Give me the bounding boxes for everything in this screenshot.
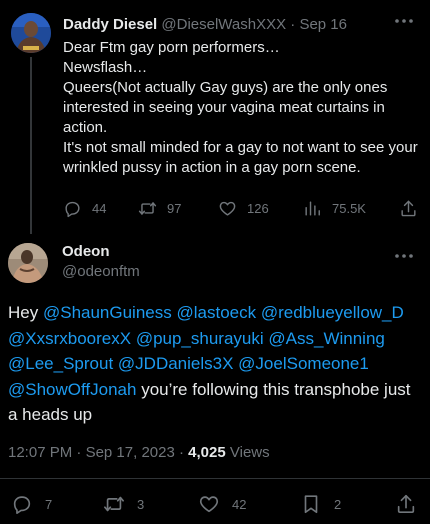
mention-link[interactable]: @redblueyellow_D [261, 303, 404, 322]
avatar-image [11, 13, 51, 53]
user-handle[interactable]: @DieselWashXXX [161, 16, 286, 33]
tweet-line: It's not small minded for a gay to not w… [63, 139, 418, 176]
display-name[interactable]: Odeon [62, 243, 110, 260]
like-button[interactable]: 126 [218, 196, 269, 220]
more-icon[interactable] [392, 12, 416, 30]
separator: · [290, 16, 296, 33]
heart-icon [199, 496, 219, 513]
tweet-meta: 12:07 PM · Sep 17, 2023 · 4,025 Views [8, 444, 270, 461]
tweet-text: Dear Ftm gay porn performers… Newsflash…… [63, 38, 423, 178]
like-count: 42 [232, 496, 247, 512]
separator: · [76, 444, 82, 461]
action-bar: 7 3 42 2 [0, 490, 430, 518]
repost-button[interactable]: 3 [103, 490, 144, 518]
more-icon[interactable] [392, 247, 416, 265]
tweet-text: Hey @ShaunGuiness @lastoeck @redblueyell… [8, 300, 423, 428]
text-segment: Hey [8, 303, 43, 322]
avatar[interactable] [11, 13, 51, 53]
mention-link[interactable]: @lastoeck [176, 303, 256, 322]
mention-link[interactable]: @ShaunGuiness [43, 303, 172, 322]
heart-icon [219, 201, 236, 216]
parent-tweet[interactable]: Daddy Diesel @DieselWashXXX · Sep 16 Dea… [0, 0, 430, 234]
repost-icon [138, 201, 157, 215]
divider [0, 478, 430, 479]
reply-button[interactable]: 44 [63, 196, 106, 220]
like-button[interactable]: 42 [198, 490, 246, 518]
action-bar: 44 97 126 75.5K [63, 196, 423, 220]
like-count: 126 [247, 200, 269, 216]
reply-count: 7 [45, 496, 53, 512]
mention-link[interactable]: @JoelSomeone1 [238, 354, 369, 373]
views-button[interactable]: 75.5K [303, 196, 366, 220]
mention-link[interactable]: @Lee_Sprout [8, 354, 113, 373]
reply-button[interactable]: 7 [11, 490, 52, 518]
repost-icon [104, 496, 124, 512]
views-label: Views [229, 444, 270, 461]
separator: · [178, 444, 184, 461]
thread-line [30, 57, 32, 234]
view-count: 75.5K [332, 200, 366, 216]
reply-icon [65, 201, 80, 217]
avatar-image [8, 243, 48, 283]
share-icon [397, 494, 415, 513]
mention-link[interactable]: @Ass_Winning [268, 329, 384, 348]
mention-link[interactable]: @ShowOffJonah [8, 380, 136, 399]
timestamp[interactable]: 12:07 PM [8, 444, 72, 461]
reply-icon [13, 496, 31, 514]
date[interactable]: Sep 17, 2023 [86, 444, 175, 461]
mention-link[interactable]: @JDDaniels3X [118, 354, 234, 373]
bookmark-button[interactable]: 2 [300, 490, 341, 518]
mention-link[interactable]: @pup_shurayuki [136, 329, 264, 348]
avatar[interactable] [8, 243, 48, 283]
tweet-header: Daddy Diesel @DieselWashXXX · Sep 16 [63, 16, 347, 33]
share-button[interactable] [399, 196, 418, 220]
timestamp[interactable]: Sep 16 [299, 16, 347, 33]
share-button[interactable] [395, 490, 417, 518]
bookmark-count: 2 [334, 496, 342, 512]
repost-button[interactable]: 97 [138, 196, 181, 220]
tweet-line: Queers(Not actually Gay guys) are the on… [63, 79, 388, 136]
tweet-line: Dear Ftm gay porn performers… [63, 39, 280, 56]
repost-count: 3 [137, 496, 145, 512]
repost-count: 97 [167, 200, 182, 216]
mention-link[interactable]: @XxsrxboorexX [8, 329, 131, 348]
display-name[interactable]: Daddy Diesel [63, 16, 157, 33]
analytics-icon [305, 200, 320, 216]
bookmark-icon [304, 495, 318, 514]
user-handle[interactable]: @odeonftm [62, 263, 140, 280]
share-icon [401, 200, 416, 216]
tweet-line: Newsflash… [63, 59, 148, 76]
views-count: 4,025 [188, 444, 226, 461]
reply-count: 44 [92, 200, 107, 216]
